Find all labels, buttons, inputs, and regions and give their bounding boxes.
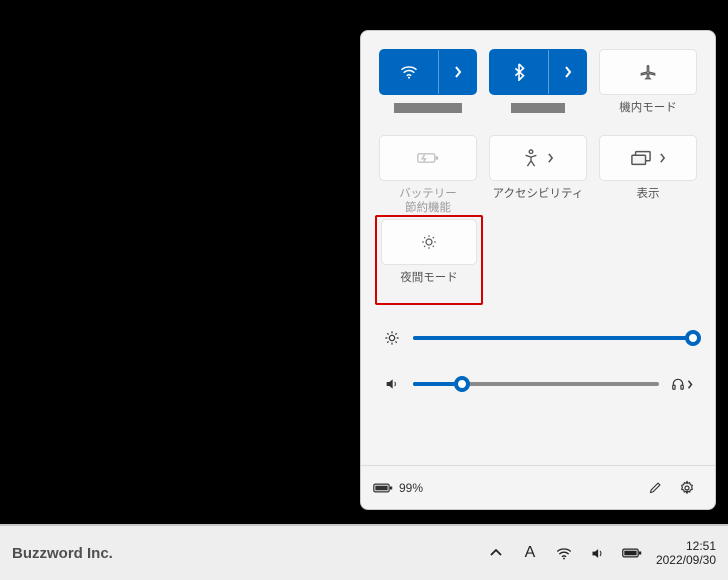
brightness-slider[interactable] bbox=[413, 329, 693, 347]
taskbar: Buzzword Inc. A 12:51 2022/09/30 bbox=[0, 524, 728, 580]
wifi-icon bbox=[556, 547, 572, 560]
headphones-icon bbox=[671, 377, 685, 391]
tray-battery[interactable] bbox=[622, 543, 642, 563]
project-tile[interactable] bbox=[599, 135, 697, 181]
brand-text: Buzzword Inc. bbox=[12, 545, 113, 562]
chevron-right-icon bbox=[659, 153, 666, 163]
accessibility-label: アクセシビリティ bbox=[489, 187, 587, 217]
chevron-right-icon bbox=[564, 66, 572, 78]
night-light-tile[interactable] bbox=[381, 219, 477, 265]
airplane-label: 機内モード bbox=[599, 101, 697, 131]
volume-icon bbox=[590, 546, 605, 561]
night-light-icon bbox=[420, 233, 438, 251]
gear-icon bbox=[679, 480, 695, 496]
bluetooth-toggle[interactable] bbox=[490, 50, 548, 94]
battery-saver-icon bbox=[417, 151, 439, 165]
project-label: 表示 bbox=[599, 187, 697, 217]
accessibility-icon bbox=[523, 149, 539, 167]
volume-slider[interactable] bbox=[413, 375, 659, 393]
battery-saver-tile[interactable] bbox=[379, 135, 477, 181]
tray-volume[interactable] bbox=[588, 543, 608, 563]
clock-date: 2022/09/30 bbox=[656, 553, 716, 567]
wifi-label-redacted bbox=[394, 103, 463, 113]
bluetooth-icon bbox=[513, 63, 525, 81]
chevron-right-icon bbox=[547, 153, 554, 163]
volume-icon bbox=[383, 376, 401, 392]
wifi-icon bbox=[400, 65, 418, 79]
bluetooth-expand[interactable] bbox=[548, 50, 586, 94]
annotation-highlight: 夜間モード bbox=[375, 215, 483, 305]
bluetooth-label-redacted bbox=[511, 103, 565, 113]
battery-text: 99% bbox=[399, 481, 423, 495]
settings-button[interactable] bbox=[671, 472, 703, 504]
edit-button[interactable] bbox=[639, 472, 671, 504]
audio-output-button[interactable] bbox=[671, 377, 693, 391]
airplane-icon bbox=[639, 63, 657, 81]
battery-icon bbox=[373, 482, 393, 494]
battery-saver-label: バッテリー 節約機能 bbox=[379, 187, 477, 217]
clock-time: 12:51 bbox=[656, 539, 716, 553]
accessibility-tile[interactable] bbox=[489, 135, 587, 181]
tray-wifi[interactable] bbox=[554, 543, 574, 563]
tray-overflow[interactable] bbox=[486, 543, 506, 563]
ime-indicator[interactable]: A bbox=[520, 543, 540, 563]
project-icon bbox=[631, 150, 651, 166]
battery-icon bbox=[622, 547, 642, 559]
chevron-up-icon bbox=[490, 549, 502, 557]
wifi-toggle[interactable] bbox=[380, 50, 438, 94]
brightness-icon bbox=[383, 330, 401, 346]
pencil-icon bbox=[648, 480, 663, 495]
volume-slider-row bbox=[383, 375, 693, 393]
quick-settings-panel: 機内モード バッテリー 節約機能 アクセシビリティ 表示 bbox=[360, 30, 716, 510]
chevron-right-icon bbox=[454, 66, 462, 78]
battery-status[interactable]: 99% bbox=[373, 481, 423, 495]
wifi-expand[interactable] bbox=[438, 50, 476, 94]
chevron-right-icon bbox=[687, 380, 693, 389]
bluetooth-tile[interactable] bbox=[489, 49, 587, 95]
wifi-tile[interactable] bbox=[379, 49, 477, 95]
airplane-tile[interactable] bbox=[599, 49, 697, 95]
clock[interactable]: 12:51 2022/09/30 bbox=[656, 539, 716, 567]
brightness-slider-row bbox=[383, 329, 693, 347]
night-light-label: 夜間モード bbox=[379, 271, 479, 301]
